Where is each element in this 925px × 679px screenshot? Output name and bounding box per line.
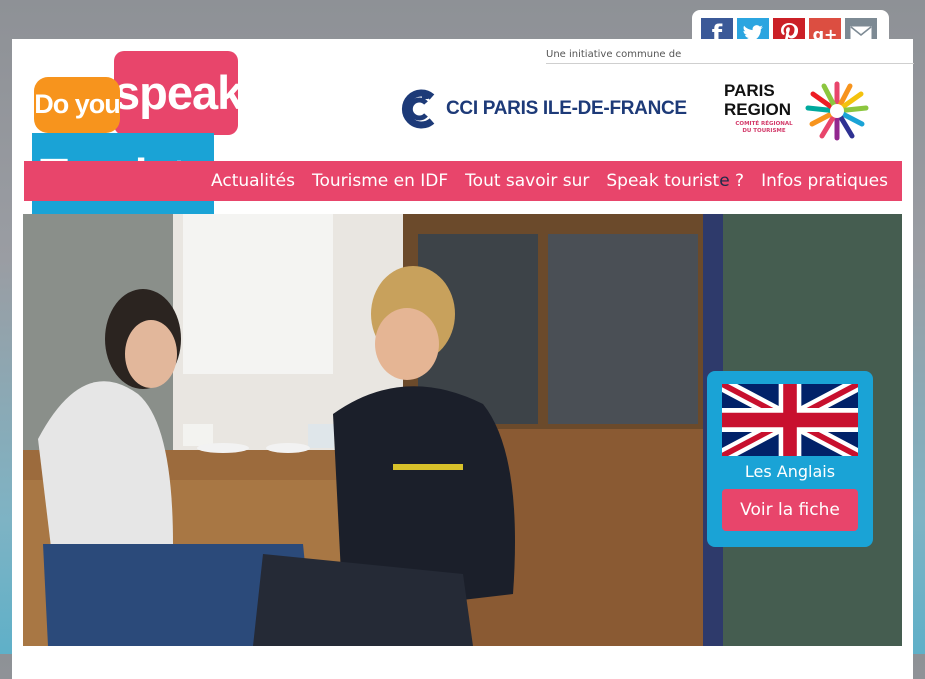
page-card: Une initiative commune de CCI PARIS ILE-… <box>12 39 914 679</box>
initiative-text: Une initiative commune de <box>546 49 914 64</box>
hero-photo: Les Anglais Voir la fiche <box>23 214 902 646</box>
nav-item-speak-touriste[interactable]: Speak touriste ? <box>606 171 744 191</box>
paris-region-subtitle: COMITÉ RÉGIONAL DU TOURISME <box>735 121 793 134</box>
language-card: Les Anglais Voir la fiche <box>707 371 873 547</box>
logo-speak: speak <box>114 51 243 135</box>
main-nav: Actualités Tourisme en IDF Tout savoir s… <box>24 161 902 201</box>
nav-item-actualites[interactable]: Actualités <box>211 171 295 191</box>
paris-region-title: PARIS REGION <box>724 81 792 119</box>
view-sheet-button[interactable]: Voir la fiche <box>722 489 858 531</box>
language-label: Les Anglais <box>744 462 836 481</box>
cci-logo[interactable]: CCI PARIS ILE-DE-FRANCE <box>398 87 687 131</box>
cci-label: CCI PARIS ILE-DE-FRANCE <box>446 98 687 119</box>
sunburst-icon <box>805 81 869 141</box>
site-logo[interactable]: speak Do you Touriste ? <box>30 49 243 285</box>
cci-icon <box>401 89 435 129</box>
nav-item-infos-pratiques[interactable]: Infos pratiques <box>761 171 888 191</box>
uk-flag-icon <box>722 384 858 456</box>
nav-item-tourisme-en-idf[interactable]: Tourisme en IDF <box>312 171 448 191</box>
nav-item-tout-savoir-sur[interactable]: Tout savoir sur <box>465 171 589 191</box>
logo-do-you: Do you <box>34 77 121 133</box>
